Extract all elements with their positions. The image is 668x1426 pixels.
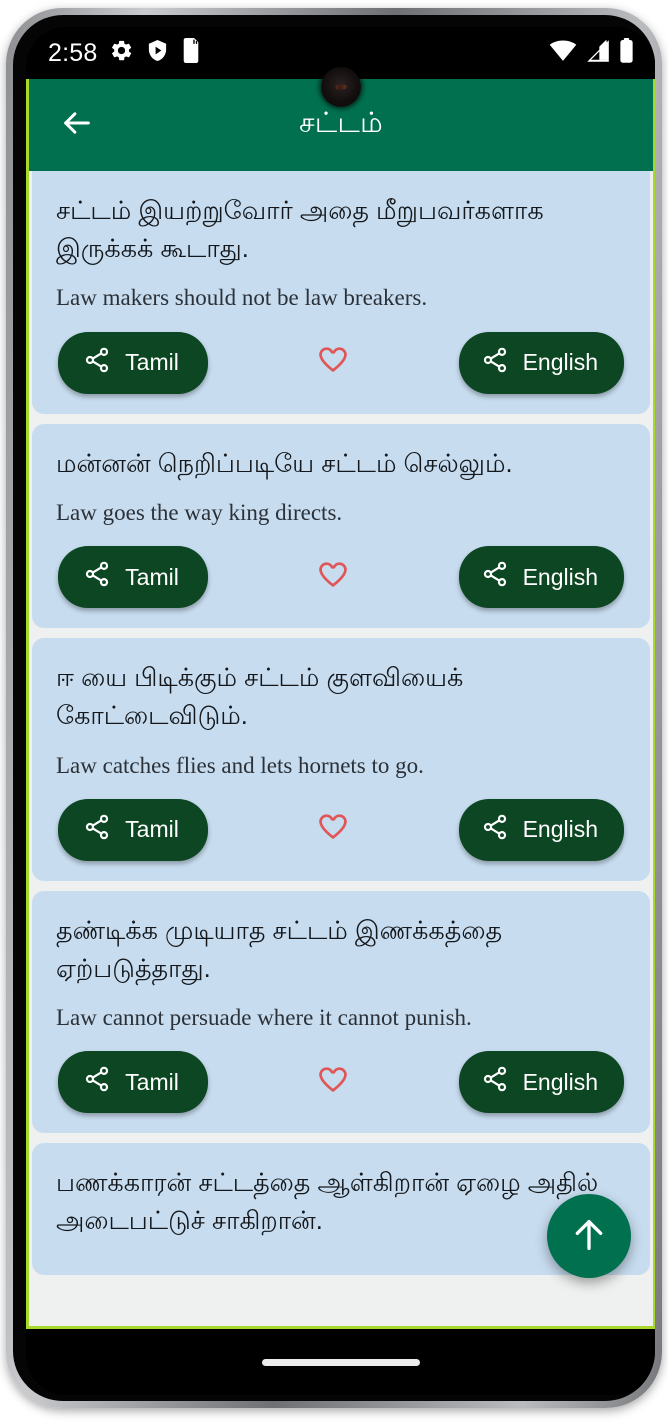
proverb-tamil-text: மன்னன் நெறிப்படியே சட்டம் செல்லும். [56,449,513,478]
proverb-english-text: Law catches flies and lets hornets to go… [56,752,424,778]
share-english-button[interactable]: English [458,546,624,609]
sd-card-icon [181,38,201,68]
proverb-card-actions: Tamil English [56,1051,626,1114]
share-nodes-icon [83,346,111,380]
heart-outline-icon [316,344,350,381]
proverb-list[interactable]: சட்டம் இயற்றுவோர் அதை மீறுபவர்களாக இருக்… [32,171,650,1326]
share-english-label: English [522,563,598,590]
proverb-english-text: Law makers should not be law breakers. [56,285,428,311]
phone-frame: 2:58 சட்டம் சட்டம் இயற்றுவோர் அதை மீறுபவ… [6,8,662,1408]
share-nodes-icon [83,1065,111,1099]
back-arrow-icon [60,106,94,145]
share-tamil-label: Tamil [125,349,179,376]
proverb-tamil-text: பணக்காரன் சட்டத்தை ஆள்கிறான் ஏழை அதில் அ… [56,1169,599,1236]
share-english-label: English [522,349,598,376]
proverb-card-actions: Tamil English [56,331,626,394]
proverb-english-text: Law cannot persuade where it cannot puni… [56,1005,472,1031]
share-nodes-icon [481,346,509,380]
share-english-button[interactable]: English [458,331,624,394]
proverb-card-actions: Tamil English [56,798,626,861]
share-tamil-button[interactable]: Tamil [58,798,208,861]
proverb-tamil-text: சட்டம் இயற்றுவோர் அதை மீறுபவர்களாக இருக்… [56,197,544,263]
share-tamil-label: Tamil [125,816,179,843]
favorite-button[interactable] [306,338,360,387]
share-tamil-label: Tamil [125,1068,179,1095]
gesture-home-pill[interactable] [262,1358,420,1366]
arrow-up-icon [569,1215,609,1258]
share-tamil-button[interactable]: Tamil [58,1051,208,1114]
cellular-signal-icon [586,39,610,67]
heart-outline-icon [316,1064,350,1101]
system-navigation-bar [26,1329,655,1395]
heart-outline-icon [316,559,350,596]
share-nodes-icon [481,813,509,847]
heart-outline-icon [316,811,350,848]
favorite-button[interactable] [306,553,360,602]
gear-icon [109,38,134,68]
proverb-tamil-text: ஈ யை பிடிக்கும் சட்டம் குளவியைக் கோட்டைவ… [56,664,464,731]
status-bar-left: 2:58 [48,38,201,68]
favorite-button[interactable] [306,1058,360,1107]
share-nodes-icon [83,560,111,594]
back-button[interactable] [49,97,105,153]
share-tamil-label: Tamil [125,563,179,590]
device-screen: 2:58 சட்டம் சட்டம் இயற்றுவோர் அதை மீறுபவ… [26,27,655,1395]
front-camera-punch-hole [321,67,361,107]
proverb-english-text: Law goes the way king directs. [56,500,343,526]
share-english-label: English [522,816,598,843]
wifi-icon [549,40,577,67]
proverb-card[interactable]: தண்டிக்க முடியாத சட்டம் இணக்கத்தை ஏற்படு… [32,890,650,1134]
status-bar-right [549,38,634,68]
proverb-card[interactable]: ஈ யை பிடிக்கும் சட்டம் குளவியைக் கோட்டைவ… [32,638,650,881]
share-english-button[interactable]: English [458,798,624,861]
proverb-card[interactable]: சட்டம் இயற்றுவோர் அதை மீறுபவர்களாக இருக்… [32,171,650,414]
share-nodes-icon [83,813,111,847]
share-tamil-button[interactable]: Tamil [58,546,208,609]
app-content-area: சட்டம் சட்டம் இயற்றுவோர் அதை மீறுபவர்களா… [26,79,655,1329]
status-bar-clock: 2:58 [48,38,98,67]
share-english-label: English [522,1068,598,1095]
proverb-card[interactable]: மன்னன் நெறிப்படியே சட்டம் செல்லும். Law g… [32,423,650,629]
play-protect-shield-icon [146,38,169,68]
share-nodes-icon [481,560,509,594]
proverb-tamil-text: தண்டிக்க முடியாத சட்டம் இணக்கத்தை ஏற்படு… [56,916,503,983]
proverb-card-actions: Tamil English [56,546,626,609]
share-tamil-button[interactable]: Tamil [58,331,208,394]
page-title: சட்டம் [299,107,383,138]
scroll-to-top-fab[interactable] [547,1194,631,1278]
favorite-button[interactable] [306,805,360,854]
phone-bezel: 2:58 சட்டம் சட்டம் இயற்றுவோர் அதை மீறுபவ… [13,15,655,1401]
share-nodes-icon [481,1065,509,1099]
battery-icon [619,38,634,68]
share-english-button[interactable]: English [458,1051,624,1114]
